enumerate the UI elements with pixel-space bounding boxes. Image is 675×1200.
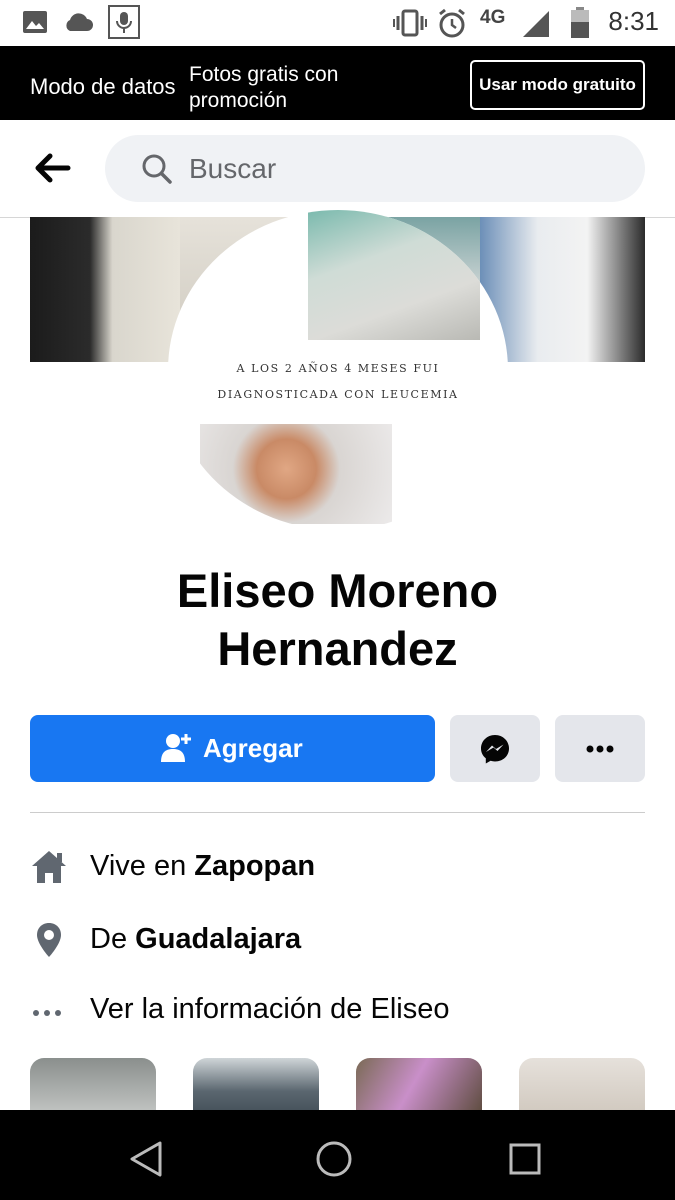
- data-mode-label: Modo de datos: [30, 74, 176, 99]
- from-prefix: De: [90, 923, 136, 955]
- alarm-icon: [439, 8, 465, 38]
- see-info-link[interactable]: Ver la información de Eliseo: [90, 993, 449, 1026]
- image-caption-line2: DIAGNOSTICADA CON LEUCEMIA: [217, 388, 459, 401]
- thumbnail[interactable]: [30, 1058, 156, 1118]
- home-icon: [32, 851, 66, 883]
- network-type: 4G: [480, 7, 506, 28]
- lives-prefix: Vive en: [90, 850, 195, 882]
- info-lives-in: Vive en Zapopan: [30, 842, 645, 892]
- add-friend-icon: [161, 734, 191, 762]
- nav-back-icon[interactable]: [128, 1140, 164, 1178]
- from-place-link[interactable]: Guadalajara: [135, 923, 301, 955]
- search-input[interactable]: [187, 145, 611, 193]
- promo-text: Fotos gratis con promoción: [189, 63, 339, 112]
- thumbnail[interactable]: [193, 1058, 319, 1118]
- info-see-more[interactable]: Ver la información de Eliseo: [30, 985, 645, 1035]
- back-button[interactable]: [32, 150, 72, 186]
- more-icon: [586, 745, 614, 753]
- baby-photo: [200, 424, 392, 524]
- profile-name-line2: Hernandez: [217, 622, 458, 675]
- messenger-icon: [481, 735, 509, 764]
- free-mode-button[interactable]: Usar modo gratuito: [470, 60, 645, 110]
- profile-picture[interactable]: A LOS 2 AÑOS 4 MESES FUI DIAGNOSTICADA C…: [168, 210, 508, 530]
- cloud-icon: [66, 13, 93, 31]
- search-bar[interactable]: [105, 135, 645, 202]
- messenger-button[interactable]: [450, 715, 540, 782]
- back-arrow-icon: [35, 153, 71, 183]
- image-caption-line1: A LOS 2 AÑOS 4 MESES FUI: [236, 362, 440, 375]
- top-header: [0, 120, 675, 218]
- lives-place-link[interactable]: Zapopan: [194, 850, 315, 882]
- signal-icon: [523, 11, 549, 37]
- ellipsis-icon: [33, 1010, 61, 1016]
- hospital-photo: [308, 210, 480, 340]
- search-icon: [142, 154, 172, 184]
- thumbnail[interactable]: [356, 1058, 482, 1118]
- nav-recents-icon[interactable]: [508, 1142, 542, 1176]
- profile-name: Eliseo Moreno Hernandez: [0, 562, 675, 678]
- data-mode-banner: Modo de datos Fotos gratis con promoción…: [0, 46, 675, 120]
- info-from: De Guadalajara: [30, 915, 645, 965]
- voice-icon: [108, 5, 140, 39]
- location-pin-icon: [37, 923, 61, 957]
- system-nav-bar: [0, 1110, 675, 1200]
- profile-name-line1: Eliseo Moreno: [176, 564, 499, 617]
- status-bar: 4G 8:31: [0, 0, 675, 46]
- more-options-button[interactable]: [555, 715, 645, 782]
- battery-icon: [571, 7, 589, 38]
- vibrate-icon: [393, 9, 427, 37]
- nav-home-icon[interactable]: [315, 1140, 353, 1178]
- divider: [30, 812, 645, 813]
- thumbnail[interactable]: [519, 1058, 645, 1118]
- add-friend-label: Agregar: [203, 733, 303, 763]
- clock: 8:31: [608, 6, 659, 36]
- add-friend-button[interactable]: Agregar: [30, 715, 435, 782]
- image-icon: [23, 11, 47, 33]
